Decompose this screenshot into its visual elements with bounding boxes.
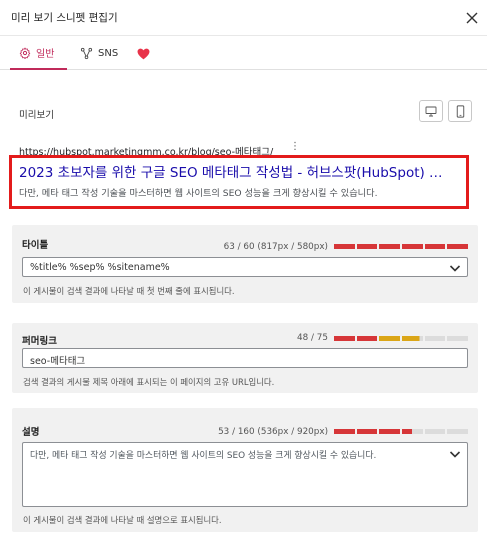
tab-sns-label: SNS — [98, 48, 119, 59]
mobile-icon — [456, 104, 464, 118]
permalink-input-value: seo-메타태그 — [30, 356, 86, 367]
snippet-description: 다만, 메타 태그 작성 기술을 마스터하면 웹 사이트의 SEO 성능을 크게… — [19, 188, 378, 199]
progress-segment — [334, 429, 355, 434]
tab-favorite[interactable] — [134, 37, 160, 70]
description-char-count: 53 / 160 (536px / 920px) — [218, 427, 328, 437]
progress-segment — [402, 244, 423, 249]
permalink-progress-bar — [334, 336, 469, 341]
close-button[interactable] — [462, 8, 482, 28]
progress-segment — [356, 336, 378, 341]
title-input[interactable]: %title% %sep% %sitename% — [22, 257, 468, 277]
title-char-count: 63 / 60 (817px / 580px) — [223, 242, 328, 252]
mobile-preview-button[interactable] — [448, 100, 472, 122]
progress-segment — [447, 244, 469, 249]
snippet-title[interactable]: 2023 초보자를 위한 구글 SEO 메타태그 작성법 - 허브스팟(HubS… — [19, 161, 464, 181]
preview-label: 미리보기 — [19, 110, 54, 121]
heart-icon — [137, 48, 150, 59]
progress-segment — [334, 336, 355, 341]
description-progress-bar — [334, 429, 469, 434]
progress-segment — [356, 244, 378, 249]
permalink-field: 퍼머링크 48 / 75 seo-메타태그 검색 결과의 게시물 제목 아래에 … — [12, 323, 478, 393]
gear-icon — [19, 47, 31, 59]
permalink-help-text: 검색 결과의 게시물 제목 아래에 표시되는 이 페이지의 고유 URL입니다. — [23, 377, 275, 387]
desktop-preview-button[interactable] — [419, 100, 443, 122]
progress-segment — [402, 429, 423, 434]
progress-segment — [379, 336, 401, 341]
progress-segment — [379, 244, 401, 249]
progress-segment — [356, 429, 378, 434]
title-help-text: 이 게시물이 검색 결과에 나타날 때 첫 번째 줄에 표시됩니다. — [23, 286, 235, 296]
permalink-char-count: 48 / 75 — [297, 333, 328, 343]
title-progress-bar — [334, 244, 469, 249]
tab-sns[interactable]: SNS — [77, 37, 125, 70]
snippet-preview: 2023 초보자를 위한 구글 SEO 메타태그 작성법 - 허브스팟(HubS… — [9, 155, 469, 209]
permalink-field-label: 퍼머링크 — [22, 336, 57, 347]
tab-general-label: 일반 — [36, 49, 55, 60]
title-field: 타이틀 63 / 60 (817px / 580px) %title% %sep… — [12, 225, 478, 303]
desktop-icon — [425, 106, 437, 116]
progress-segment — [424, 244, 446, 249]
url-menu-button[interactable]: ⋮ — [290, 141, 300, 152]
tab-bar: 일반 SNS — [0, 37, 487, 70]
progress-segment — [402, 336, 423, 341]
progress-segment — [447, 336, 469, 341]
editor-header: 미리 보기 스니펫 편집기 — [0, 0, 487, 36]
tab-general[interactable]: 일반 — [10, 37, 67, 70]
progress-segment — [379, 429, 401, 434]
chevron-down-icon[interactable] — [449, 263, 461, 273]
progress-segment — [447, 429, 469, 434]
progress-segment — [424, 336, 446, 341]
permalink-input[interactable]: seo-메타태그 — [22, 348, 468, 368]
share-icon — [80, 47, 93, 60]
description-field-label: 설명 — [22, 427, 40, 438]
progress-segment — [424, 429, 446, 434]
description-field: 설명 53 / 160 (536px / 920px) 다만, 메타 태그 작성… — [12, 408, 478, 532]
progress-segment — [334, 244, 355, 249]
description-textarea-value: 다만, 메타 태그 작성 기술을 마스터하면 웹 사이트의 SEO 성능을 크게… — [30, 451, 377, 461]
title-input-value: %title% %sep% %sitename% — [30, 262, 170, 273]
editor-title: 미리 보기 스니펫 편집기 — [11, 12, 118, 24]
description-textarea[interactable]: 다만, 메타 태그 작성 기술을 마스터하면 웹 사이트의 SEO 성능을 크게… — [22, 442, 468, 507]
close-icon — [466, 12, 478, 24]
title-field-label: 타이틀 — [22, 240, 49, 251]
description-help-text: 이 게시물이 검색 결과에 나타날 때 설명으로 표시됩니다. — [23, 515, 222, 525]
chevron-down-icon[interactable] — [449, 449, 461, 459]
